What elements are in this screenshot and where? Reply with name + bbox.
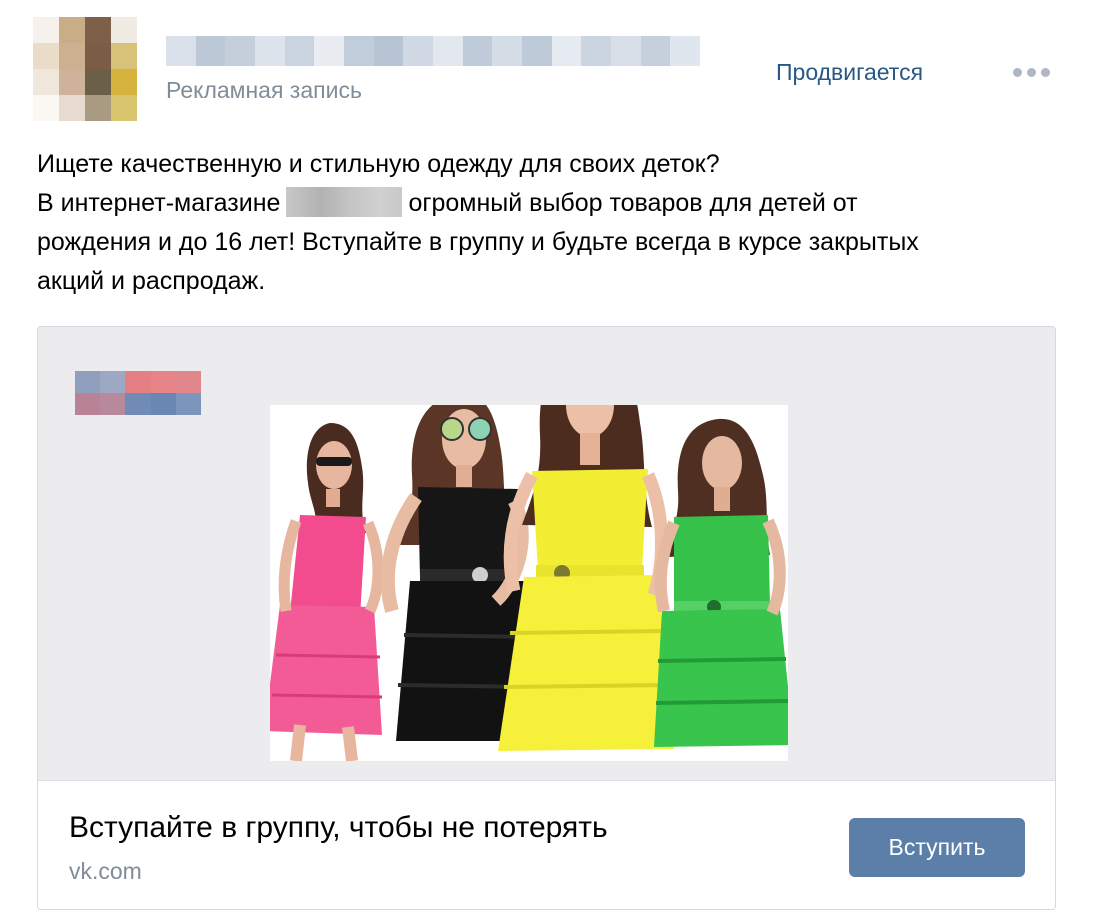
community-avatar[interactable] bbox=[33, 17, 137, 121]
post-text-line: В интернет-магазине огромный выбор товаро… bbox=[37, 187, 858, 217]
post-text-line: акций и распродаж. bbox=[37, 267, 266, 295]
girl-green-dress bbox=[654, 418, 788, 747]
post-text-line: Ищете качественную и стильную одежду для… bbox=[37, 150, 720, 178]
ad-image[interactable] bbox=[38, 327, 1055, 781]
post-text: Ищете качественную и стильную одежду для… bbox=[37, 145, 1047, 301]
cta-domain[interactable]: vk.com bbox=[69, 858, 142, 885]
cta-title[interactable]: Вступайте в группу, чтобы не потерять bbox=[69, 811, 608, 845]
join-button[interactable]: Вступить bbox=[849, 818, 1025, 877]
product-photo bbox=[270, 405, 788, 761]
ad-label: Рекламная запись bbox=[166, 77, 362, 103]
more-horizontal-icon[interactable] bbox=[1013, 66, 1050, 79]
post-text-line: рождения и до 16 лет! Вступайте в группу… bbox=[37, 228, 919, 256]
shop-name-redacted[interactable] bbox=[286, 187, 403, 217]
girl-pink-dress bbox=[270, 423, 384, 761]
ad-card[interactable]: Вступайте в группу, чтобы не потерять vk… bbox=[37, 326, 1056, 910]
girls-in-dresses-illustration bbox=[270, 405, 788, 761]
ad-card-footer: Вступайте в группу, чтобы не потерять vk… bbox=[38, 782, 1055, 909]
promoted-link[interactable]: Продвигается bbox=[776, 59, 923, 86]
girl-yellow-dress bbox=[498, 405, 674, 751]
community-name-redacted[interactable] bbox=[166, 36, 701, 66]
brand-logo-redacted bbox=[75, 371, 201, 415]
